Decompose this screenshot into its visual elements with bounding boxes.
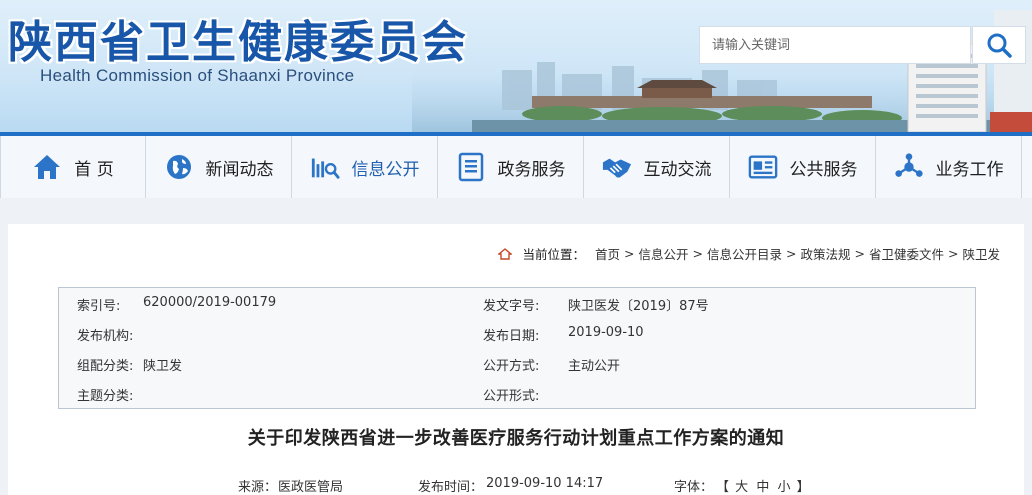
page: 陕西省卫生健康委员会 Health Commission of Shaanxi … [0, 0, 1032, 495]
open-form-label: 公开形式: [483, 389, 540, 404]
nav-label: 首 页 [74, 159, 114, 180]
nav-label: 信息公开 [351, 159, 420, 180]
open-mode-label: 公开方式: [483, 359, 540, 374]
nav-item-business-work[interactable]: 业务工作 [876, 136, 1022, 198]
network-icon [894, 152, 924, 182]
site-title-cn: 陕西省卫生健康委员会 [8, 17, 468, 68]
breadcrumb-item-policy[interactable]: 政策法规 [800, 244, 850, 263]
pub-date-label: 发布日期: [483, 329, 540, 344]
site-title-en: Health Commission of Shaanxi Province [40, 66, 355, 85]
meta-row: 主题分类: 公开形式: [59, 378, 975, 408]
article-title: 关于印发陕西省进一步改善医疗服务行动计划重点工作方案的通知 [247, 428, 785, 449]
id-card-icon [748, 152, 778, 182]
font-size-switcher: 【 大 中 小 】 [716, 476, 810, 495]
home-icon [32, 152, 62, 182]
search-icon [987, 33, 1012, 58]
doc-no-value: 陕卫医发〔2019〕87号 [568, 299, 709, 314]
index-no-label: 索引号: [77, 299, 121, 314]
breadcrumb-item-home[interactable]: 首页 [595, 244, 620, 263]
pub-time-value: 2019-09-10 14:17 [486, 476, 604, 491]
nav-item-info-disclosure[interactable]: 信息公开 [292, 136, 438, 198]
bracket-open: 【 [716, 480, 730, 495]
site-header: 陕西省卫生健康委员会 Health Commission of Shaanxi … [0, 0, 1032, 132]
nav-item-interaction[interactable]: 互动交流 [584, 136, 730, 198]
bracket-close: 】 [796, 480, 810, 495]
nav-item-public-services[interactable]: 公共服务 [730, 136, 876, 198]
meta-row: 组配分类: 陕卫发 公开方式: 主动公开 [59, 348, 975, 378]
publisher-label: 发布机构: [77, 329, 134, 344]
breadcrumb-item-info[interactable]: 信息公开 [638, 244, 688, 263]
breadcrumb-label: 当前位置： [522, 247, 585, 262]
city-skyline-banner [412, 10, 1032, 132]
category-label: 组配分类: [77, 359, 134, 374]
document-list-icon [456, 152, 486, 182]
handshake-icon [602, 152, 632, 182]
font-size-medium[interactable]: 中 [754, 480, 771, 495]
home-icon [498, 247, 513, 260]
nav-item-home[interactable]: 首 页 [0, 136, 146, 198]
nav-item-gov-services[interactable]: 政务服务 [438, 136, 584, 198]
nav-item-news[interactable]: 新闻动态 [146, 136, 292, 198]
topic-label: 主题分类: [77, 389, 134, 404]
pub-date-value: 2019-09-10 [568, 325, 644, 340]
nav-label: 新闻动态 [205, 159, 274, 180]
breadcrumb-item-province-docs[interactable]: 省卫健委文件 [869, 244, 944, 263]
document-meta-table: 索引号: 620000/2019-00179 发文字号: 陕卫医发〔2019〕8… [58, 287, 976, 409]
globe-icon [164, 152, 194, 182]
nav-label: 政务服务 [497, 159, 566, 180]
main-nav: 首 页 新闻动态 信息公开 政务服务 互动交流 公共服务 业务工作 [0, 132, 1032, 198]
content-panel: 当前位置： 首页 > 信息公开 > 信息公开目录 > 政策法规 > 省卫健委文件… [8, 224, 1024, 495]
font-size-small[interactable]: 小 [775, 480, 792, 495]
chart-search-icon [310, 152, 340, 182]
open-mode-value: 主动公开 [568, 359, 621, 374]
index-no-value: 620000/2019-00179 [143, 295, 277, 310]
breadcrumb: 当前位置： 首页 > 信息公开 > 信息公开目录 > 政策法规 > 省卫健委文件… [498, 244, 1000, 263]
search-box [699, 26, 971, 64]
font-size-label: 字体： [674, 480, 714, 495]
doc-no-label: 发文字号: [483, 299, 540, 314]
source-label: 来源： [238, 480, 278, 495]
font-size-large[interactable]: 大 [733, 480, 750, 495]
search-input[interactable] [700, 27, 970, 63]
pub-time-label: 发布时间： [418, 480, 484, 495]
nav-label: 公共服务 [789, 159, 858, 180]
breadcrumb-item-catalog[interactable]: 信息公开目录 [707, 244, 782, 263]
search-button[interactable] [972, 26, 1026, 64]
meta-row: 索引号: 620000/2019-00179 发文字号: 陕卫医发〔2019〕8… [59, 288, 975, 318]
meta-row: 发布机构: 发布日期: 2019-09-10 [59, 318, 975, 348]
breadcrumb-item-shanwei[interactable]: 陕卫发 [962, 244, 1000, 263]
nav-label: 互动交流 [643, 159, 712, 180]
source-value: 医政医管局 [278, 480, 344, 495]
nav-label: 业务工作 [935, 159, 1004, 180]
category-value: 陕卫发 [143, 359, 183, 374]
